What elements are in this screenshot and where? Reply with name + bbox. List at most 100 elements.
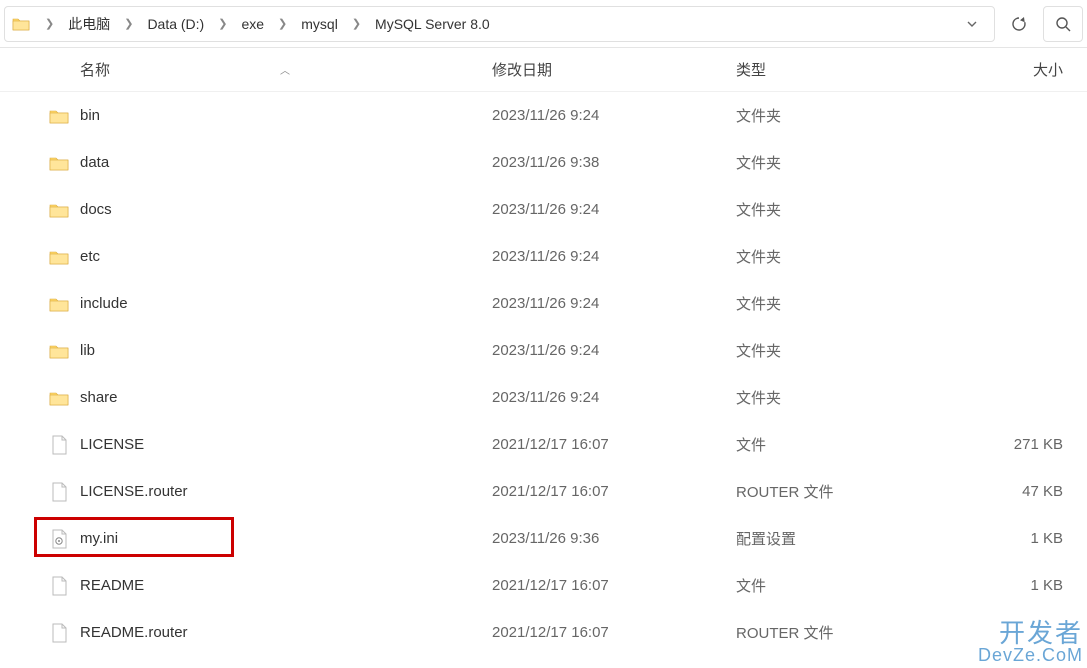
file-name: LICENSE bbox=[80, 436, 144, 453]
file-row[interactable]: LICENSE 2021/12/17 16:07文件271 KB bbox=[0, 421, 1087, 468]
file-type: 文件夹 bbox=[736, 246, 940, 267]
file-row[interactable]: LICENSE.router 2021/12/17 16:07ROUTER 文件4… bbox=[0, 468, 1087, 515]
refresh-button[interactable] bbox=[999, 6, 1039, 42]
search-button[interactable] bbox=[1043, 6, 1083, 42]
refresh-icon bbox=[1010, 15, 1028, 33]
breadcrumb-item[interactable]: mysql bbox=[297, 14, 342, 34]
file-name-cell: docs bbox=[48, 199, 492, 221]
file-date: 2021/12/17 16:07 bbox=[492, 436, 736, 453]
chevron-down-icon bbox=[965, 17, 979, 31]
breadcrumb-item[interactable]: MySQL Server 8.0 bbox=[371, 14, 494, 34]
file-icon bbox=[48, 434, 70, 456]
file-icon bbox=[48, 481, 70, 503]
folder-icon bbox=[48, 199, 70, 221]
column-header-type[interactable]: 类型 bbox=[736, 59, 940, 80]
file-date: 2021/12/17 16:07 bbox=[492, 624, 736, 641]
breadcrumb-item[interactable]: Data (D:) bbox=[143, 14, 208, 34]
file-type: 配置设置 bbox=[736, 528, 940, 549]
folder-icon bbox=[48, 293, 70, 315]
file-date: 2023/11/26 9:24 bbox=[492, 107, 736, 124]
search-icon bbox=[1055, 16, 1071, 32]
file-name-cell: etc bbox=[48, 246, 492, 268]
file-name: include bbox=[80, 295, 128, 312]
file-size: 271 KB bbox=[940, 436, 1087, 453]
file-name: README.router bbox=[80, 624, 188, 641]
file-type: ROUTER 文件 bbox=[736, 622, 940, 643]
file-date: 2021/12/17 16:07 bbox=[492, 483, 736, 500]
file-row[interactable]: data2023/11/26 9:38文件夹 bbox=[0, 139, 1087, 186]
file-row[interactable]: lib 2023/11/26 9:24文件夹 bbox=[0, 327, 1087, 374]
file-name-cell: lib bbox=[48, 340, 492, 362]
file-type: 文件夹 bbox=[736, 340, 940, 361]
file-type: 文件夹 bbox=[736, 293, 940, 314]
file-type: 文件夹 bbox=[736, 105, 940, 126]
file-icon bbox=[48, 622, 70, 644]
folder-icon bbox=[48, 340, 70, 362]
folder-icon bbox=[48, 105, 70, 127]
file-row[interactable]: include 2023/11/26 9:24文件夹 bbox=[0, 280, 1087, 327]
file-name: data bbox=[80, 154, 109, 171]
folder-icon bbox=[48, 152, 70, 174]
file-row[interactable]: README.router 2021/12/17 16:07ROUTER 文件 bbox=[0, 609, 1087, 656]
chevron-right-icon[interactable]: ❯ bbox=[270, 17, 295, 30]
file-size: 1 KB bbox=[940, 530, 1087, 547]
file-name: README bbox=[80, 577, 144, 594]
file-name: lib bbox=[80, 342, 95, 359]
file-date: 2021/12/17 16:07 bbox=[492, 577, 736, 594]
file-date: 2023/11/26 9:36 bbox=[492, 530, 736, 547]
file-type: ROUTER 文件 bbox=[736, 481, 940, 502]
file-row[interactable]: my.ini 2023/11/26 9:36配置设置1 KB bbox=[0, 515, 1087, 562]
file-name: docs bbox=[80, 201, 112, 218]
file-size: 1 KB bbox=[940, 577, 1087, 594]
file-type: 文件夹 bbox=[736, 199, 940, 220]
address-bar[interactable]: ❯ 此电脑 ❯ Data (D:) ❯ exe ❯ mysql ❯ MySQL … bbox=[4, 6, 995, 42]
breadcrumb-item[interactable]: exe bbox=[237, 14, 268, 34]
toolbar: ❯ 此电脑 ❯ Data (D:) ❯ exe ❯ mysql ❯ MySQL … bbox=[0, 0, 1087, 48]
file-icon bbox=[48, 575, 70, 597]
file-date: 2023/11/26 9:24 bbox=[492, 342, 736, 359]
location-folder-icon bbox=[11, 14, 31, 34]
file-name-cell: my.ini bbox=[48, 528, 492, 550]
file-date: 2023/11/26 9:24 bbox=[492, 248, 736, 265]
file-name-cell: LICENSE.router bbox=[48, 481, 492, 503]
file-row[interactable]: README 2021/12/17 16:07文件1 KB bbox=[0, 562, 1087, 609]
chevron-right-icon[interactable]: ❯ bbox=[344, 17, 369, 30]
chevron-right-icon[interactable]: ❯ bbox=[210, 17, 235, 30]
file-name: my.ini bbox=[80, 530, 118, 547]
column-header-row: 名称 ︿ 修改日期 类型 大小 bbox=[0, 48, 1087, 92]
breadcrumb-item[interactable]: 此电脑 bbox=[64, 12, 114, 36]
chevron-right-icon[interactable]: ❯ bbox=[37, 17, 62, 30]
file-name-cell: data bbox=[48, 152, 492, 174]
file-size: 47 KB bbox=[940, 483, 1087, 500]
sort-indicator-icon: ︿ bbox=[280, 62, 290, 77]
file-name: LICENSE.router bbox=[80, 483, 188, 500]
column-header-name[interactable]: 名称 ︿ bbox=[48, 59, 492, 80]
file-name-cell: README bbox=[48, 575, 492, 597]
column-header-date[interactable]: 修改日期 bbox=[492, 59, 736, 80]
file-date: 2023/11/26 9:38 bbox=[492, 154, 736, 171]
file-list: bin2023/11/26 9:24文件夹data2023/11/26 9:38… bbox=[0, 92, 1087, 656]
file-name-cell: LICENSE bbox=[48, 434, 492, 456]
file-name-cell: README.router bbox=[48, 622, 492, 644]
file-type: 文件夹 bbox=[736, 387, 940, 408]
column-header-name-label: 名称 bbox=[80, 59, 110, 80]
file-date: 2023/11/26 9:24 bbox=[492, 389, 736, 406]
file-row[interactable]: bin2023/11/26 9:24文件夹 bbox=[0, 92, 1087, 139]
file-date: 2023/11/26 9:24 bbox=[492, 201, 736, 218]
file-name-cell: share bbox=[48, 387, 492, 409]
file-date: 2023/11/26 9:24 bbox=[492, 295, 736, 312]
file-type: 文件 bbox=[736, 434, 940, 455]
file-name-cell: bin bbox=[48, 105, 492, 127]
file-row[interactable]: etc 2023/11/26 9:24文件夹 bbox=[0, 233, 1087, 280]
file-name: etc bbox=[80, 248, 100, 265]
folder-icon bbox=[48, 387, 70, 409]
file-row[interactable]: docs 2023/11/26 9:24文件夹 bbox=[0, 186, 1087, 233]
ini-icon bbox=[48, 528, 70, 550]
file-name: share bbox=[80, 389, 118, 406]
file-name-cell: include bbox=[48, 293, 492, 315]
file-type: 文件 bbox=[736, 575, 940, 596]
address-dropdown[interactable] bbox=[956, 7, 988, 41]
column-header-size[interactable]: 大小 bbox=[940, 59, 1087, 80]
chevron-right-icon[interactable]: ❯ bbox=[116, 17, 141, 30]
file-row[interactable]: share 2023/11/26 9:24文件夹 bbox=[0, 374, 1087, 421]
